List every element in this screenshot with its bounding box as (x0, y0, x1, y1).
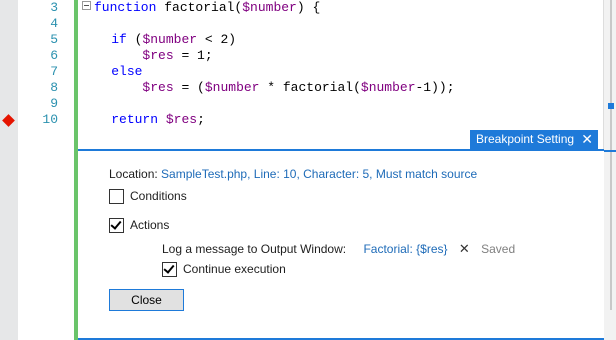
breakpoint-setting-title: Breakpoint Setting (476, 132, 575, 146)
code-line-6[interactable]: $res = 1; (80, 48, 596, 64)
continue-execution-row[interactable]: Continue execution (162, 262, 286, 278)
line-number: 10 (42, 112, 58, 127)
code-line-4[interactable] (80, 16, 596, 32)
close-button[interactable]: Close (109, 289, 184, 311)
delete-icon[interactable]: ✕ (459, 241, 470, 256)
scroll-marker (608, 103, 614, 109)
scroll-thumb[interactable] (610, 0, 612, 310)
breakpoint-setting-tab: Breakpoint Setting ✕ (470, 130, 598, 149)
code-line-7[interactable]: else (80, 64, 596, 80)
vertical-scrollbar[interactable] (603, 0, 616, 340)
log-message-label: Log a message to Output Window: (162, 242, 347, 256)
log-message-value[interactable]: Factorial: {$res} (363, 242, 447, 256)
conditions-label: Conditions (130, 189, 187, 203)
actions-row[interactable]: Actions (109, 218, 170, 234)
conditions-row[interactable]: Conditions (109, 189, 187, 205)
breakpoint-icon[interactable] (2, 114, 15, 127)
breakpoint-settings-panel: Location: SampleTest.php, Line: 10, Char… (78, 149, 604, 340)
code-line-5[interactable]: if ($number < 2) (80, 32, 596, 48)
line-number: 6 (50, 48, 58, 63)
code-line-9[interactable] (80, 96, 596, 112)
location-label: Location: (109, 167, 158, 181)
code-line-3[interactable]: function factorial($number) { (80, 0, 596, 16)
line-number: 4 (50, 16, 58, 31)
code-editor[interactable]: function factorial($number) { if ($numbe… (80, 0, 596, 128)
line-number: 5 (50, 32, 58, 47)
collapse-icon[interactable] (82, 1, 91, 10)
line-numbers: 3 4 5 6 7 8 9 10 (18, 0, 58, 128)
log-message-row: Log a message to Output Window: Factoria… (162, 241, 515, 257)
code-line-10[interactable]: return $res; (80, 112, 596, 128)
location-link[interactable]: SampleTest.php, Line: 10, Character: 5, … (161, 167, 477, 181)
continue-execution-checkbox[interactable] (162, 262, 177, 278)
line-number: 9 (50, 96, 58, 111)
line-number: 7 (50, 64, 58, 79)
location-row: Location: SampleTest.php, Line: 10, Char… (109, 167, 477, 181)
glyph-margin[interactable] (0, 0, 18, 340)
actions-checkbox[interactable] (109, 218, 124, 234)
line-number: 3 (50, 0, 58, 15)
scroll-position-line (604, 150, 616, 152)
actions-label: Actions (130, 218, 170, 232)
saved-status: Saved (481, 242, 516, 256)
code-line-8[interactable]: $res = ($number * factorial($number-1)); (80, 80, 596, 96)
line-number: 8 (50, 80, 58, 95)
close-icon[interactable]: ✕ (581, 130, 593, 149)
conditions-checkbox[interactable] (109, 189, 124, 205)
continue-execution-label: Continue execution (183, 262, 286, 276)
